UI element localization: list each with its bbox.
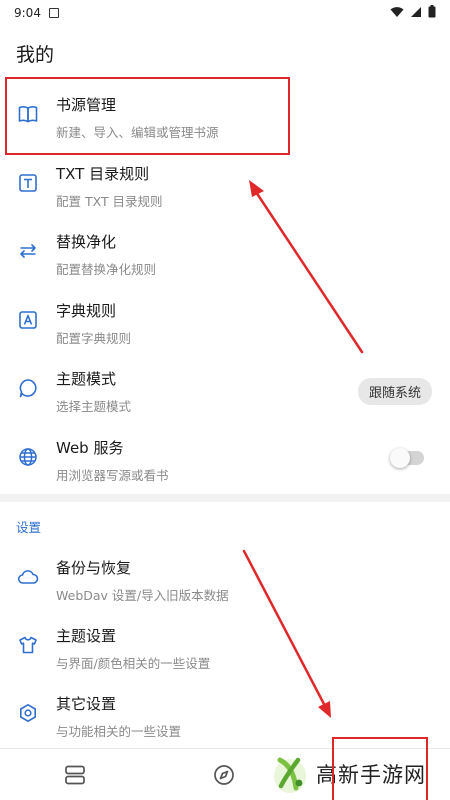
menu-item-title: 备份与恢复 — [56, 559, 132, 577]
menu-item-backup-restore[interactable]: 备份与恢复 WebDav 设置/导入旧版本数据 — [0, 545, 450, 613]
menu-item-subtitle: 配置替换净化规则 — [56, 262, 157, 277]
dictionary-icon — [17, 309, 39, 331]
theme-mode-value-chip[interactable]: 跟随系统 — [357, 378, 432, 405]
menu-item-subtitle: 选择主题模式 — [56, 399, 132, 414]
menu-item-replace-purify[interactable]: 替换净化 配置替换净化规则 — [0, 219, 450, 287]
menu-item-dictionary-rules[interactable]: 字典规则 配置字典规则 — [0, 288, 450, 356]
notification-icon — [48, 8, 59, 18]
menu-item-subtitle: 配置字典规则 — [56, 331, 132, 346]
menu-item-subtitle: WebDav 设置/导入旧版本数据 — [56, 588, 229, 603]
settings-hex-icon — [17, 702, 39, 724]
page-title: 我的 — [16, 44, 55, 66]
menu-item-title: TXT 目录规则 — [56, 165, 150, 183]
status-bar: 9:04 — [0, 0, 450, 26]
menu-item-subtitle: 与功能相关的一些设置 — [56, 724, 182, 739]
menu-item-web-service[interactable]: Web 服务 用浏览器写源或看书 — [0, 425, 450, 493]
menu-item-title: 其它设置 — [56, 695, 117, 713]
menu-item-title: Web 服务 — [56, 439, 124, 457]
watermark: 高新手游网 — [268, 748, 450, 800]
book-open-icon — [17, 103, 39, 125]
compass-icon[interactable] — [212, 763, 236, 787]
menu-item-theme-settings[interactable]: 主题设置 与界面/颜色相关的一些设置 — [0, 613, 450, 681]
web-service-toggle[interactable] — [390, 448, 424, 468]
menu-item-subtitle: 与界面/颜色相关的一些设置 — [56, 656, 211, 671]
battery-icon — [428, 5, 436, 21]
swap-arrows-icon — [17, 240, 39, 262]
menu-item-title: 替换净化 — [56, 233, 117, 251]
menu-item-subtitle: 用浏览器写源或看书 — [56, 468, 169, 483]
menu-item-other-settings[interactable]: 其它设置 与功能相关的一些设置 — [0, 681, 450, 749]
text-box-icon — [17, 172, 39, 194]
bookshelf-icon[interactable] — [63, 763, 87, 787]
watermark-logo-icon — [268, 752, 310, 796]
watermark-text: 高新手游网 — [316, 763, 426, 787]
menu-item-title: 主题模式 — [56, 370, 117, 388]
cloud-icon — [17, 566, 39, 588]
menu-item-txt-toc-rules[interactable]: TXT 目录规则 配置 TXT 目录规则 — [0, 151, 450, 219]
wifi-icon — [390, 6, 404, 21]
menu-item-subtitle: 配置 TXT 目录规则 — [56, 194, 163, 209]
menu-item-title: 书源管理 — [56, 96, 117, 114]
globe-icon — [17, 446, 39, 468]
status-time: 9:04 — [14, 6, 41, 20]
theme-bubble-icon — [17, 377, 39, 399]
menu-item-subtitle: 新建、导入、编辑或管理书源 — [56, 125, 219, 140]
menu-item-theme-mode[interactable]: 主题模式 选择主题模式 跟随系统 — [0, 356, 450, 424]
tshirt-icon — [17, 634, 39, 656]
signal-icon — [410, 6, 422, 21]
menu-item-title: 主题设置 — [56, 627, 117, 645]
menu-item-title: 字典规则 — [56, 302, 117, 320]
menu-item-book-source[interactable]: 书源管理 新建、导入、编辑或管理书源 — [0, 82, 450, 150]
toggle-knob — [390, 448, 410, 468]
settings-section-label: 设置 — [16, 520, 42, 535]
